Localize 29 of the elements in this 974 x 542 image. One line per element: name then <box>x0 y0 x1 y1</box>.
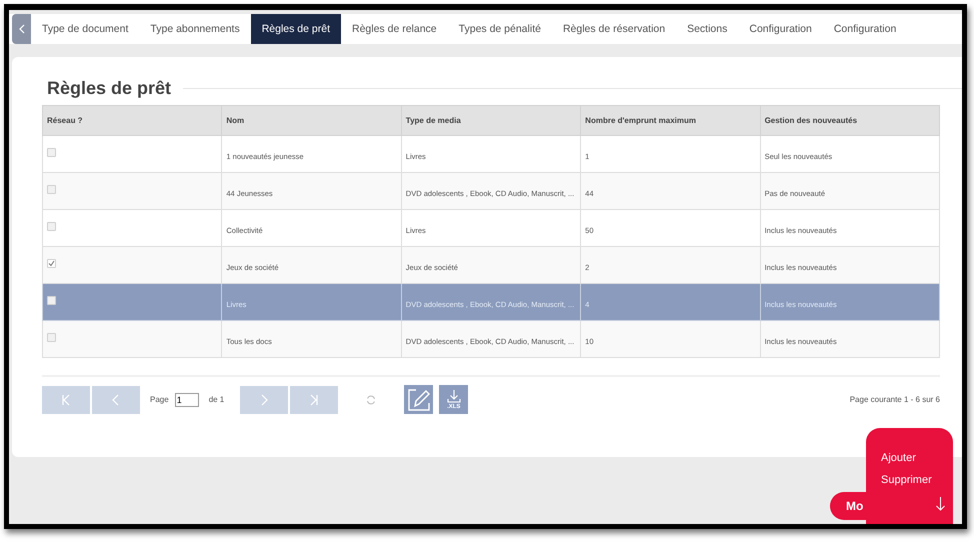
next-page-button[interactable] <box>240 386 288 414</box>
checkbox[interactable] <box>47 259 56 268</box>
chevron-left-icon <box>18 24 24 34</box>
back-button[interactable] <box>12 14 31 44</box>
first-page-button[interactable] <box>42 386 90 414</box>
download-icon <box>446 390 461 402</box>
page-count: de 1 <box>208 395 224 404</box>
column-header[interactable]: Nom <box>222 106 402 136</box>
edit-button[interactable] <box>404 385 434 414</box>
edit-icon <box>406 388 431 412</box>
chevron-left-icon <box>112 394 120 406</box>
last-page-button[interactable] <box>290 386 338 414</box>
page-label: Page <box>150 395 169 404</box>
first-page-icon <box>61 394 71 406</box>
column-header[interactable]: Réseau ? <box>42 106 222 136</box>
arrow-down-icon <box>936 497 945 511</box>
tab[interactable]: Règles de prêt <box>250 14 341 44</box>
last-page-icon <box>309 394 320 406</box>
column-header[interactable]: Type de media <box>401 106 581 136</box>
chevron-right-icon <box>260 394 268 406</box>
previous-page-button[interactable] <box>92 386 140 414</box>
column-header[interactable]: Nombre d'emprunt maximum <box>580 106 760 136</box>
page-title: Règles de prêt <box>47 78 172 98</box>
menu-item[interactable]: Supprimer <box>876 472 937 488</box>
column-header[interactable]: Gestion des nouveautés <box>760 106 940 136</box>
page-summary: Page courante 1 - 6 sur 6 <box>850 395 940 404</box>
page-input[interactable]: 1 <box>174 392 199 406</box>
menu-item[interactable]: Ajouter <box>876 450 921 466</box>
refresh-icon[interactable] <box>366 394 376 404</box>
